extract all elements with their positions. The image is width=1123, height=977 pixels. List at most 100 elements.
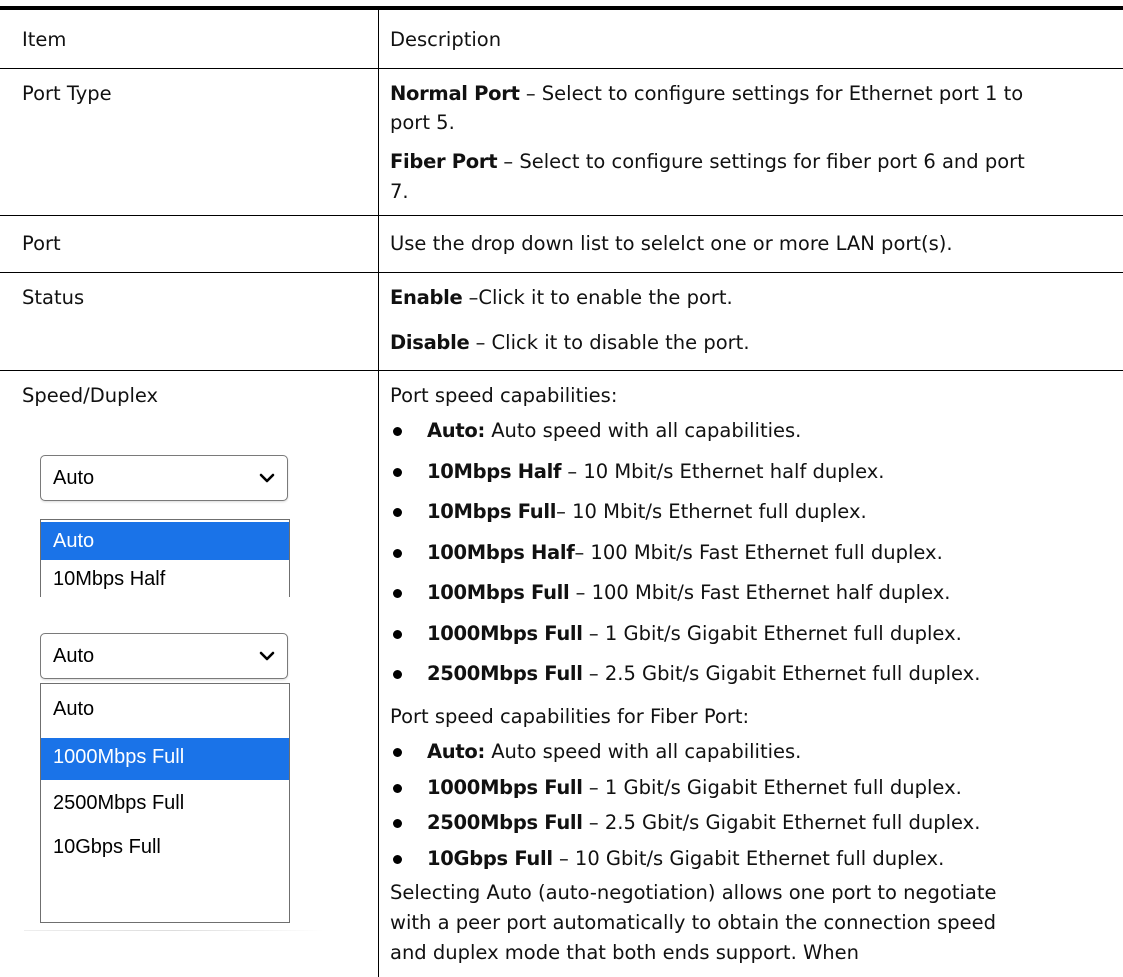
header-item: Item xyxy=(22,28,67,51)
speed-options-list-normal: Auto 10Mbps Half xyxy=(40,519,290,597)
chevron-down-icon xyxy=(259,651,275,661)
port-description: Use the drop down list to selelct one or… xyxy=(390,232,953,255)
option-auto[interactable]: Auto xyxy=(41,522,289,560)
bullet-label: 2500Mbps Full xyxy=(427,811,583,834)
bullet-item: 2500Mbps Full – 2.5 Gbit/s Gigabit Ether… xyxy=(427,662,980,686)
option-1000mbps-full[interactable]: 1000Mbps Full xyxy=(41,738,289,780)
speed-dropdown-normal: Auto Auto 10Mbps Half xyxy=(40,455,290,597)
bullet-label: 100Mbps Full xyxy=(427,581,570,604)
document-page: Item Description Port Type Normal Port –… xyxy=(0,0,1123,977)
row-label-speed-duplex: Speed/Duplex xyxy=(22,384,159,407)
bullet-dot xyxy=(393,427,402,436)
bullet-text: – 100 Mbit/s Fast Ethernet half duplex. xyxy=(569,581,951,604)
normal-port-text: – Select to configure settings for Ether… xyxy=(519,82,1024,105)
option-10gbps-full[interactable]: 10Gbps Full xyxy=(41,828,289,866)
bullet-item: 10Gbps Full – 10 Gbit/s Gigabit Ethernet… xyxy=(427,847,944,871)
bullet-label: 1000Mbps Full xyxy=(427,621,583,645)
option-label: Auto xyxy=(53,698,95,720)
bullet-text: – 1 Gbit/s Gigabit Ethernet full duplex. xyxy=(582,775,962,799)
auto-paragraph-line-1: Selecting Auto (auto-negotiation) allows… xyxy=(390,881,997,904)
enable-label: Enable xyxy=(390,286,463,309)
bullet-dot xyxy=(393,819,402,828)
row-label-status: Status xyxy=(22,286,85,309)
column-divider xyxy=(378,10,379,977)
bullet-dot xyxy=(393,467,402,477)
row-divider xyxy=(0,215,1123,216)
row-divider xyxy=(0,68,1123,69)
speed-intro: Port speed capabilities: xyxy=(390,384,618,407)
option-label: 10Gbps Full xyxy=(53,836,161,858)
bullet-text: – 2.5 Gbit/s Gigabit Ethernet full duple… xyxy=(582,811,981,834)
bullet-dot xyxy=(393,670,402,679)
bullet-label: 100Mbps Half xyxy=(427,540,575,564)
bullet-item: Auto: Auto speed with all capabilities. xyxy=(427,740,801,764)
bullet-text: – 100 Mbit/s Fast Ethernet full duplex. xyxy=(574,540,943,564)
option-2500mbps-full[interactable]: 2500Mbps Full xyxy=(41,784,289,822)
bullet-label: 10Mbps Half xyxy=(427,459,562,483)
row-label-port-type: Port Type xyxy=(22,82,112,105)
auto-paragraph-line-2: with a peer port automatically to obtain… xyxy=(390,911,997,934)
row-label-port: Port xyxy=(22,232,61,255)
bullet-label: Auto: xyxy=(427,740,485,763)
bullet-label: 10Mbps Full xyxy=(427,500,557,523)
screenshot-shadow xyxy=(24,930,324,931)
status-disable-line: Disable – Click it to disable the port. xyxy=(390,331,750,355)
fiber-speed-intro: Port speed capabilities for Fiber Port: xyxy=(390,705,750,728)
bullet-text: Auto speed with all capabilities. xyxy=(485,740,802,763)
status-enable-line: Enable –Click it to enable the port. xyxy=(390,286,733,310)
bullet-item: 10Mbps Half – 10 Mbit/s Ethernet half du… xyxy=(427,460,884,484)
bullet-item: 1000Mbps Full – 1 Gbit/s Gigabit Etherne… xyxy=(427,776,962,800)
bullet-label: 10Gbps Full xyxy=(427,846,553,870)
bullet-dot xyxy=(393,589,402,598)
port-type-normal-line-1: Normal Port – Select to configure settin… xyxy=(390,82,1023,106)
bullet-item: 100Mbps Full – 100 Mbit/s Fast Ethernet … xyxy=(427,581,950,605)
bullet-label: 2500Mbps Full xyxy=(427,662,583,685)
bullet-text: – 2.5 Gbit/s Gigabit Ethernet full duple… xyxy=(582,662,981,685)
speed-dropdown-fiber: Auto Auto 1000Mbps Full 2500Mbps Full 10… xyxy=(40,633,296,943)
bullet-item: 10Mbps Full– 10 Mbit/s Ethernet full dup… xyxy=(427,500,867,524)
speed-select-normal[interactable]: Auto xyxy=(40,455,288,501)
option-label: Auto xyxy=(53,530,95,552)
bullet-dot xyxy=(393,748,402,757)
bullet-dot xyxy=(393,854,402,864)
auto-paragraph-line-3: and duplex mode that both ends support. … xyxy=(390,941,859,964)
option-label: 10Mbps Half xyxy=(53,568,166,590)
speed-select-fiber[interactable]: Auto xyxy=(40,633,288,679)
bullet-item: 2500Mbps Full – 2.5 Gbit/s Gigabit Ether… xyxy=(427,811,980,835)
option-label: 2500Mbps Full xyxy=(53,792,185,814)
chevron-down-icon xyxy=(259,473,275,483)
fiber-port-label: Fiber Port xyxy=(390,150,498,173)
bullet-label: Auto: xyxy=(427,419,485,442)
bullet-item: Auto: Auto speed with all capabilities. xyxy=(427,419,801,443)
fiber-port-text: – Select to configure settings for fiber… xyxy=(497,150,1025,173)
bullet-text: – 10 Gbit/s Gigabit Ethernet full duplex… xyxy=(552,846,945,870)
option-auto[interactable]: Auto xyxy=(41,690,289,728)
speed-options-list-fiber: Auto 1000Mbps Full 2500Mbps Full 10Gbps … xyxy=(40,683,290,923)
bullet-text: Auto speed with all capabilities. xyxy=(485,419,802,442)
enable-text: –Click it to enable the port. xyxy=(462,286,733,309)
bullet-item: 1000Mbps Full – 1 Gbit/s Gigabit Etherne… xyxy=(427,622,962,646)
bullet-text: – 10 Mbit/s Ethernet full duplex. xyxy=(556,500,867,523)
row-divider xyxy=(0,272,1123,273)
bullet-label: 1000Mbps Full xyxy=(427,775,583,799)
bullet-dot xyxy=(393,548,402,558)
option-label: 1000Mbps Full xyxy=(53,746,185,768)
bullet-item: 100Mbps Half– 100 Mbit/s Fast Ethernet f… xyxy=(427,541,943,565)
table-top-rule xyxy=(0,6,1123,10)
bullet-text: – 10 Mbit/s Ethernet half duplex. xyxy=(561,459,885,483)
port-type-normal-line-2: port 5. xyxy=(390,111,455,134)
bullet-text: – 1 Gbit/s Gigabit Ethernet full duplex. xyxy=(582,621,962,645)
row-divider xyxy=(0,370,1123,371)
port-type-fiber-line-1: Fiber Port – Select to configure setting… xyxy=(390,150,1025,174)
speed-select-value: Auto xyxy=(53,467,95,489)
disable-label: Disable xyxy=(390,331,470,354)
bullet-dot xyxy=(393,629,402,639)
disable-text: – Click it to disable the port. xyxy=(469,331,750,354)
bullet-dot xyxy=(393,508,402,517)
option-10mbps-half[interactable]: 10Mbps Half xyxy=(41,560,289,597)
port-type-fiber-line-2: 7. xyxy=(390,180,409,203)
bullet-dot xyxy=(393,783,402,793)
speed-select-value: Auto xyxy=(53,645,95,667)
header-description: Description xyxy=(390,28,502,51)
normal-port-label: Normal Port xyxy=(390,82,520,105)
